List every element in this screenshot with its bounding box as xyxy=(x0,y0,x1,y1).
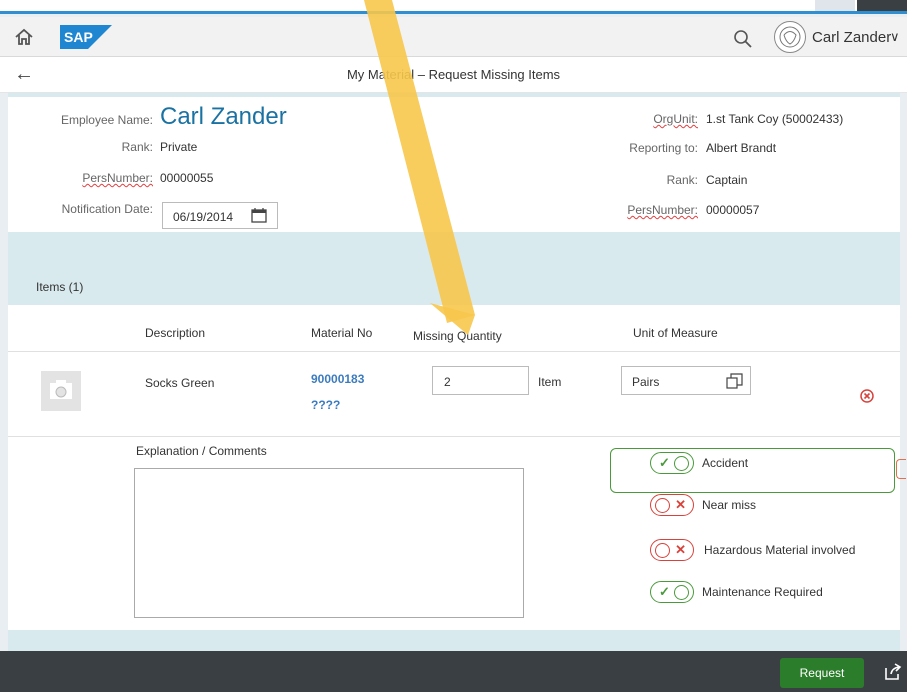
material-no-link[interactable]: 90000183 xyxy=(311,372,364,386)
unit-of-measure-value: Pairs xyxy=(632,375,660,389)
manager-rank-label: Rank: xyxy=(666,173,698,187)
orgunit-label: OrgUnit: xyxy=(653,112,698,126)
pers-number-label: PersNumber: xyxy=(82,171,153,185)
manager-pers-number-value: 00000057 xyxy=(706,203,760,217)
value-help-icon[interactable] xyxy=(726,372,744,390)
sub-header: ← My Material – Request Missing Items xyxy=(0,57,907,93)
notification-date-input[interactable]: 06/19/2014 xyxy=(162,202,278,229)
hazardous-material-switch[interactable]: ✕ xyxy=(650,539,694,561)
top-strip-tab xyxy=(815,0,855,11)
home-icon[interactable] xyxy=(14,27,34,47)
items-title: Items (1) xyxy=(36,280,84,294)
maintenance-focus-outline xyxy=(610,448,895,493)
top-strip xyxy=(0,0,907,14)
employee-name: Carl Zander xyxy=(160,103,287,130)
material-sub-link[interactable]: ???? xyxy=(311,398,340,412)
flag-near-miss[interactable]: ✕ Near miss xyxy=(650,494,850,520)
table-row-divider xyxy=(8,436,900,437)
delete-icon[interactable] xyxy=(860,389,874,403)
overflow-indicator xyxy=(896,459,906,479)
page-title: My Material – Request Missing Items xyxy=(346,67,561,82)
column-header-unit-of-measure: Unit of Measure xyxy=(633,326,718,340)
explanation-label: Explanation / Comments xyxy=(136,444,267,458)
quantity-value: 2 xyxy=(444,375,451,389)
near-miss-switch[interactable]: ✕ xyxy=(650,494,694,516)
avatar[interactable] xyxy=(774,21,806,53)
reporting-to-label: Reporting to: xyxy=(629,141,698,155)
top-strip-dark-tab xyxy=(857,0,907,11)
flag-maintenance-required[interactable]: ✓ Maintenance Required xyxy=(650,581,870,607)
shell-bar: SAP Carl Zander ∨ xyxy=(0,17,907,57)
column-header-material-no: Material No xyxy=(311,326,373,340)
share-icon[interactable] xyxy=(883,662,903,682)
search-icon[interactable] xyxy=(732,27,754,49)
notification-date-value: 06/19/2014 xyxy=(173,210,234,224)
notification-date-label: Notification Date: xyxy=(61,202,153,216)
column-header-missing-quantity: Missing Quantity xyxy=(413,329,502,343)
main-content: Employee Name: Carl Zander Rank: Private… xyxy=(8,93,906,651)
explanation-textarea[interactable] xyxy=(134,468,524,618)
maintenance-required-label: Maintenance Required xyxy=(702,585,823,599)
camera-icon xyxy=(41,371,81,411)
manager-pers-number-label: PersNumber: xyxy=(627,203,698,217)
table-header-divider xyxy=(8,351,900,352)
employee-name-label: Employee Name: xyxy=(60,113,153,127)
request-button[interactable]: Request xyxy=(780,658,864,688)
employee-header: Employee Name: Carl Zander Rank: Private… xyxy=(8,97,900,232)
user-name[interactable]: Carl Zander xyxy=(812,29,891,46)
rank-value: Private xyxy=(160,140,198,154)
near-miss-label: Near miss xyxy=(702,498,757,512)
calendar-icon[interactable] xyxy=(251,207,267,223)
pers-number-value: 00000055 xyxy=(160,171,214,185)
quantity-input[interactable]: 2 xyxy=(432,366,529,395)
unit-of-measure-input[interactable]: Pairs xyxy=(621,366,751,395)
sap-logo[interactable]: SAP xyxy=(60,25,112,49)
orgunit-value: 1.st Tank Coy (50002433) xyxy=(706,112,844,126)
sap-logo-text: SAP xyxy=(64,29,93,45)
reporting-to-value: Albert Brandt xyxy=(706,141,777,155)
hazardous-material-label: Hazardous Material involved xyxy=(704,543,856,557)
rank-label: Rank: xyxy=(121,140,153,154)
footer-toolbar: Request xyxy=(0,651,907,692)
manager-rank-value: Captain xyxy=(706,173,748,187)
flag-hazardous-material[interactable]: ✕ Hazardous Material involved xyxy=(650,539,895,565)
item-description: Socks Green xyxy=(145,376,215,390)
maintenance-required-switch[interactable]: ✓ xyxy=(650,581,694,603)
quantity-unit: Item xyxy=(538,375,562,389)
chevron-down-icon[interactable]: ∨ xyxy=(890,29,900,45)
column-header-description: Description xyxy=(145,326,206,340)
